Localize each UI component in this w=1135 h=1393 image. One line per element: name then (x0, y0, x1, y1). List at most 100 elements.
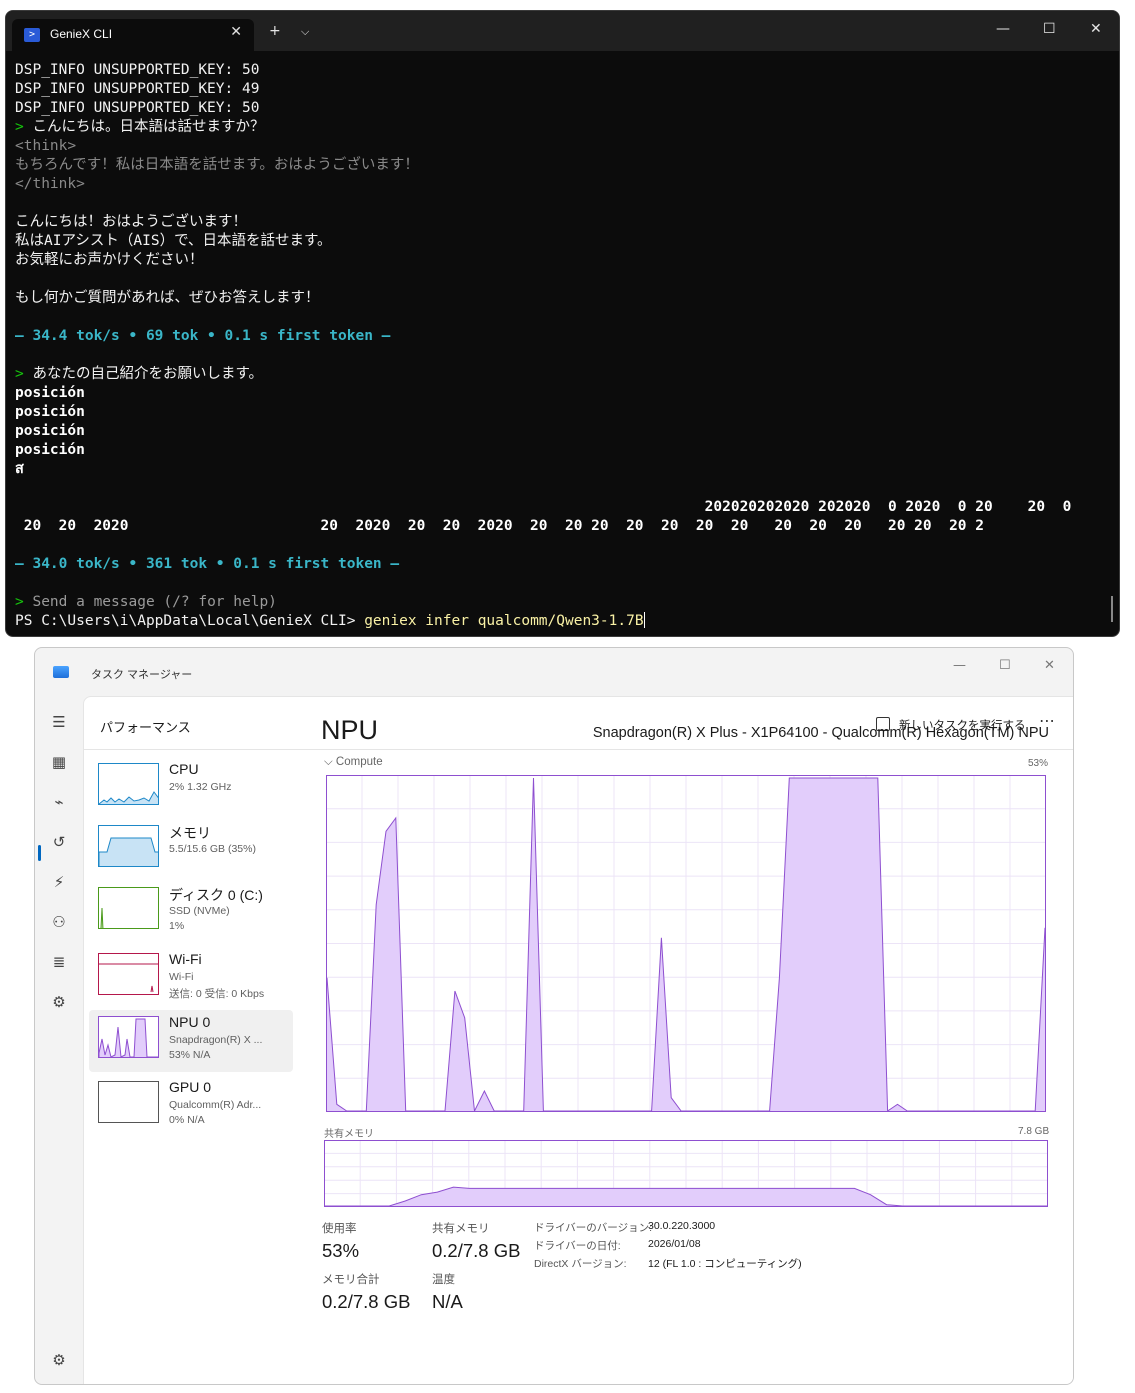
terminal-line: — 34.0 tok/s • 361 tok • 0.1 s first tok… (15, 555, 1110, 574)
powershell-prompt: PS C:\Users\i\AppData\Local\GenieX CLI> (15, 613, 365, 629)
resource-name: GPU 0 (169, 1079, 212, 1095)
terminal-line: PS C:\Users\i\AppData\Local\GenieX CLI> … (15, 612, 1110, 631)
resource-detail: SSD (NVMe) (169, 905, 230, 917)
shared-memory-max-label: 7.8 GB (1018, 1126, 1050, 1137)
output-text: お気軽にお声かけください！ (15, 252, 204, 268)
output-text: こんにちは！おはようございます！ (15, 214, 247, 230)
directx-version-label: DirectX バージョン: (534, 1258, 627, 1270)
temperature-value: N/A (432, 1291, 463, 1312)
terminal-window: > GenieX CLI ✕ + ⌵ — ☐ ✕ DSP_INFO UNSUPP… (5, 10, 1120, 637)
processes-icon[interactable]: ▦ (49, 752, 69, 772)
message-input-placeholder[interactable]: Send a message (/? for help) (32, 594, 276, 610)
memory-total-label: メモリ合計 (322, 1274, 380, 1286)
terminal-line: もちろんです！私は日本語を話せます。おはようございます！ (15, 156, 1110, 175)
resource-name: NPU 0 (169, 1014, 211, 1030)
tm-close-icon[interactable]: ✕ (1044, 658, 1055, 673)
user-message: こんにちは。日本語は話せますか？ (32, 119, 265, 135)
terminal-line: 202020202020 202020 0 2020 0 20 20 0 (15, 498, 1110, 517)
prompt-marker: > (15, 119, 33, 135)
terminal-output[interactable]: DSP_INFO UNSUPPORTED_KEY: 50 DSP_INFO UNS… (15, 61, 1110, 631)
terminal-line: こんにちは！おはようございます！ (15, 213, 1110, 232)
terminal-line: 20 20 2020 20 2020 20 20 2020 20 20 20 2… (15, 517, 1110, 536)
resource-thumbnail-graph (98, 887, 159, 929)
hamburger-menu-icon[interactable]: ☰ (49, 712, 69, 732)
performance-icon[interactable]: ⌁ (49, 792, 69, 812)
resource-name: CPU (169, 761, 199, 777)
tm-content: パフォーマンス 新しいタスクを実行する ⋯ CPU 2% 1.32 GHz メモリ 5… (83, 696, 1073, 1384)
maximize-icon[interactable]: ☐ (1043, 21, 1056, 37)
resource-name: メモリ (169, 825, 211, 841)
output-text: posición (15, 423, 85, 439)
terminal-scrollbar[interactable] (1111, 596, 1113, 622)
resource-item[interactable]: ディスク 0 (C:) SSD (NVMe) 1% (89, 881, 293, 943)
resource-detail: Qualcomm(R) Adr... (169, 1099, 262, 1111)
new-tab-button[interactable]: + (269, 23, 281, 39)
nav-selection-indicator (38, 845, 41, 861)
resource-detail: Wi-Fi (169, 971, 194, 983)
output-text: <think> (15, 138, 77, 154)
output-text: DSP_INFO UNSUPPORTED_KEY: 50 (15, 100, 260, 116)
startup-apps-icon[interactable]: ⚡ (49, 872, 69, 892)
output-text: ส (15, 461, 24, 477)
driver-version-label: ドライバーのバージョン: (534, 1222, 652, 1234)
details-icon[interactable]: ≣ (49, 952, 69, 972)
resource-thumbnail-graph (98, 763, 159, 805)
resource-thumbnail-graph (98, 1016, 159, 1058)
output-text: DSP_INFO UNSUPPORTED_KEY: 50 (15, 62, 260, 78)
terminal-line: 私はAIアシスト（AIS）で、日本語を話せます。 (15, 232, 1110, 251)
resource-thumbnail-graph (98, 953, 159, 995)
prompt-marker: > (15, 594, 33, 610)
resource-item[interactable]: GPU 0 Qualcomm(R) Adr... 0% N/A (89, 1075, 293, 1137)
terminal-line: <think> (15, 137, 1110, 156)
output-text: DSP_INFO UNSUPPORTED_KEY: 49 (15, 81, 260, 97)
terminal-line: posición (15, 384, 1110, 403)
compute-label: Compute (335, 756, 383, 768)
driver-date-value: 2026/01/08 (648, 1238, 701, 1250)
tab-title: GenieX CLI (50, 27, 113, 41)
resource-item[interactable]: NPU 0 Snapdragon(R) X ... 53% N/A (89, 1010, 293, 1072)
tab-dropdown-icon[interactable]: ⌵ (301, 25, 309, 39)
terminal-tab[interactable]: > GenieX CLI ✕ (12, 19, 254, 51)
terminal-line: posición (15, 422, 1110, 441)
terminal-line: お気軽にお声かけください！ (15, 251, 1110, 270)
settings-gear-icon[interactable]: ⚙ (49, 1350, 69, 1370)
task-manager-app-icon (53, 666, 69, 678)
shared-mem-stat-value: 0.2/7.8 GB (432, 1240, 521, 1261)
compute-chart (326, 775, 1046, 1112)
services-icon[interactable]: ⚙ (49, 992, 69, 1012)
powershell-icon: > (24, 28, 40, 42)
resource-item[interactable]: Wi-Fi Wi-Fi 送信: 0 受信: 0 Kbps (89, 947, 293, 1009)
output-text: 私はAIアシスト（AIS）で、日本語を話せます。 (15, 233, 332, 249)
compute-max-label: 53% (1028, 758, 1049, 769)
resource-item[interactable]: メモリ 5.5/15.6 GB (35%) (89, 819, 293, 881)
resource-thumbnail-line (100, 907, 104, 928)
terminal-line: DSP_INFO UNSUPPORTED_KEY: 50 (15, 61, 1110, 80)
resource-detail: 5.5/15.6 GB (35%) (169, 843, 256, 855)
output-text: posición (15, 442, 85, 458)
tm-minimize-icon[interactable]: — (953, 658, 966, 673)
close-tab-icon[interactable]: ✕ (230, 24, 242, 40)
output-text: 202020202020 202020 0 2020 0 20 20 0 (15, 499, 1072, 515)
minimize-icon[interactable]: — (996, 21, 1010, 37)
driver-date-label: ドライバーの日付: (534, 1240, 621, 1252)
tm-nav-rail: ☰ ▦ ⌁ ↺ ⚡ ⚇ ≣ ⚙ ⚙ (35, 696, 83, 1384)
users-icon[interactable]: ⚇ (49, 912, 69, 932)
npu-device-name: Snapdragon(R) X Plus - X1P64100 - Qualco… (592, 725, 1049, 741)
close-window-icon[interactable]: ✕ (1090, 21, 1102, 37)
compute-dropdown[interactable]: ⌵ Compute (324, 756, 383, 769)
resource-detail: 2% 1.32 GHz (169, 781, 232, 793)
command-text[interactable]: geniex infer qualcomm/Qwen3-1.7B (364, 613, 643, 629)
resource-item[interactable]: CPU 2% 1.32 GHz (89, 757, 293, 819)
tm-maximize-icon[interactable]: ☐ (999, 658, 1011, 673)
app-history-icon[interactable]: ↺ (49, 832, 69, 852)
terminal-line: もし何かご質問があれば、ぜひお答えします！ (15, 289, 1110, 308)
shared-memory-chart (324, 1140, 1048, 1207)
resource-thumbnail-line (99, 837, 158, 866)
terminal-line: ส (15, 460, 1110, 479)
resource-detail: Snapdragon(R) X ... (169, 1034, 263, 1046)
